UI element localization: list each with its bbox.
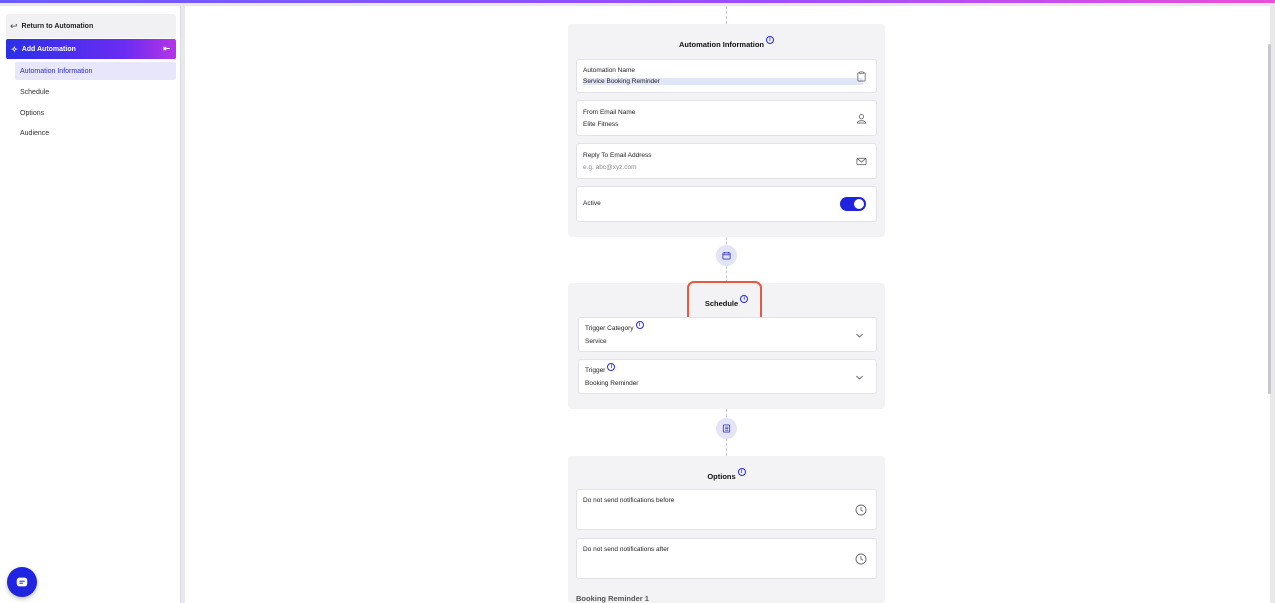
magic-wand-icon: ✧ <box>11 44 18 54</box>
sidebar-item-label: Automation Information <box>20 67 93 75</box>
chat-button[interactable] <box>7 567 37 597</box>
do-not-send-before-label: Do not send notifications before <box>583 497 675 504</box>
do-not-send-before-field[interactable]: Do not send notifications before <box>576 489 877 530</box>
trigger-value: Booking Reminder <box>585 380 639 387</box>
from-email-name-input[interactable]: Elite Fitness <box>583 121 618 128</box>
sidebar-item-options[interactable]: Options <box>15 104 176 122</box>
collapse-left-icon[interactable]: ⇤ <box>163 44 170 53</box>
reply-to-email-field[interactable]: Reply To Email Address e.g. abc@xyz.com <box>576 143 877 179</box>
info-icon[interactable]: i <box>607 363 616 371</box>
schedule-connector <box>716 245 737 266</box>
connector-line <box>726 6 727 24</box>
top-accent-strip <box>0 0 1275 3</box>
automation-name-label: Automation Name <box>583 67 636 74</box>
info-icon[interactable]: i <box>635 321 644 329</box>
do-not-send-after-label: Do not send notifications after <box>583 546 669 553</box>
calendar-icon <box>722 251 731 260</box>
trigger-select[interactable]: Trigger i Booking Reminder <box>578 359 877 394</box>
return-label: Return to Automation <box>21 22 94 30</box>
clipboard-icon <box>857 71 866 82</box>
sidebar-item-label: Schedule <box>20 88 50 96</box>
do-not-send-after-field[interactable]: Do not send notifications after <box>576 538 877 579</box>
info-icon[interactable]: i <box>737 468 746 476</box>
active-field: Active <box>576 186 877 222</box>
automation-name-field[interactable]: Automation Name Service Booking Reminder <box>576 59 877 93</box>
active-toggle[interactable] <box>840 197 866 211</box>
trigger-category-select[interactable]: Trigger Category i Service <box>578 317 877 352</box>
sidebar-item-automation-information[interactable]: Automation Information <box>15 62 176 80</box>
sidebar-item-label: Options <box>20 109 45 117</box>
person-icon <box>856 114 867 124</box>
arrow-left-icon: ↩ <box>10 20 18 31</box>
sidebar-item-schedule[interactable]: Schedule <box>15 83 176 101</box>
trigger-category-label: Trigger Category i <box>585 321 644 333</box>
clock-icon[interactable] <box>855 553 867 565</box>
from-email-name-field[interactable]: From Email Name Elite Fitness <box>576 100 877 136</box>
return-to-automation-button[interactable]: ↩ Return to Automation <box>6 14 176 38</box>
reply-to-email-input[interactable]: e.g. abc@xyz.com <box>583 164 637 171</box>
booking-reminder-heading: Booking Reminder 1 <box>576 594 649 603</box>
card-title-text: Automation Information <box>679 40 764 49</box>
clock-icon[interactable] <box>855 504 867 516</box>
reply-to-email-label: Reply To Email Address <box>583 152 652 159</box>
options-connector <box>716 418 737 439</box>
trigger-label: Trigger i <box>585 363 616 375</box>
card-title-text: Options <box>707 472 736 481</box>
sidebar-item-label: Audience <box>20 129 50 137</box>
chevron-down-icon <box>856 333 863 338</box>
add-automation-label: Add Automation <box>21 45 76 53</box>
mail-icon <box>856 157 867 166</box>
chevron-down-icon <box>856 375 863 380</box>
chat-icon <box>16 577 28 587</box>
add-automation-header: ✧ Add Automation ⇤ <box>6 39 176 59</box>
list-icon <box>722 424 731 433</box>
active-label: Active <box>583 200 601 207</box>
trigger-category-value: Service <box>585 338 607 345</box>
info-icon[interactable]: i <box>766 36 774 44</box>
sidebar-item-audience[interactable]: Audience <box>15 124 176 142</box>
scrollbar[interactable] <box>1268 44 1271 394</box>
from-email-name-label: From Email Name <box>583 109 636 116</box>
options-title: Options i <box>568 468 885 481</box>
automation-information-title: Automation Information i <box>568 36 885 49</box>
automation-name-input[interactable]: Service Booking Reminder <box>583 78 863 85</box>
sidebar: ↩ Return to Automation ✧ Add Automation … <box>0 6 181 603</box>
